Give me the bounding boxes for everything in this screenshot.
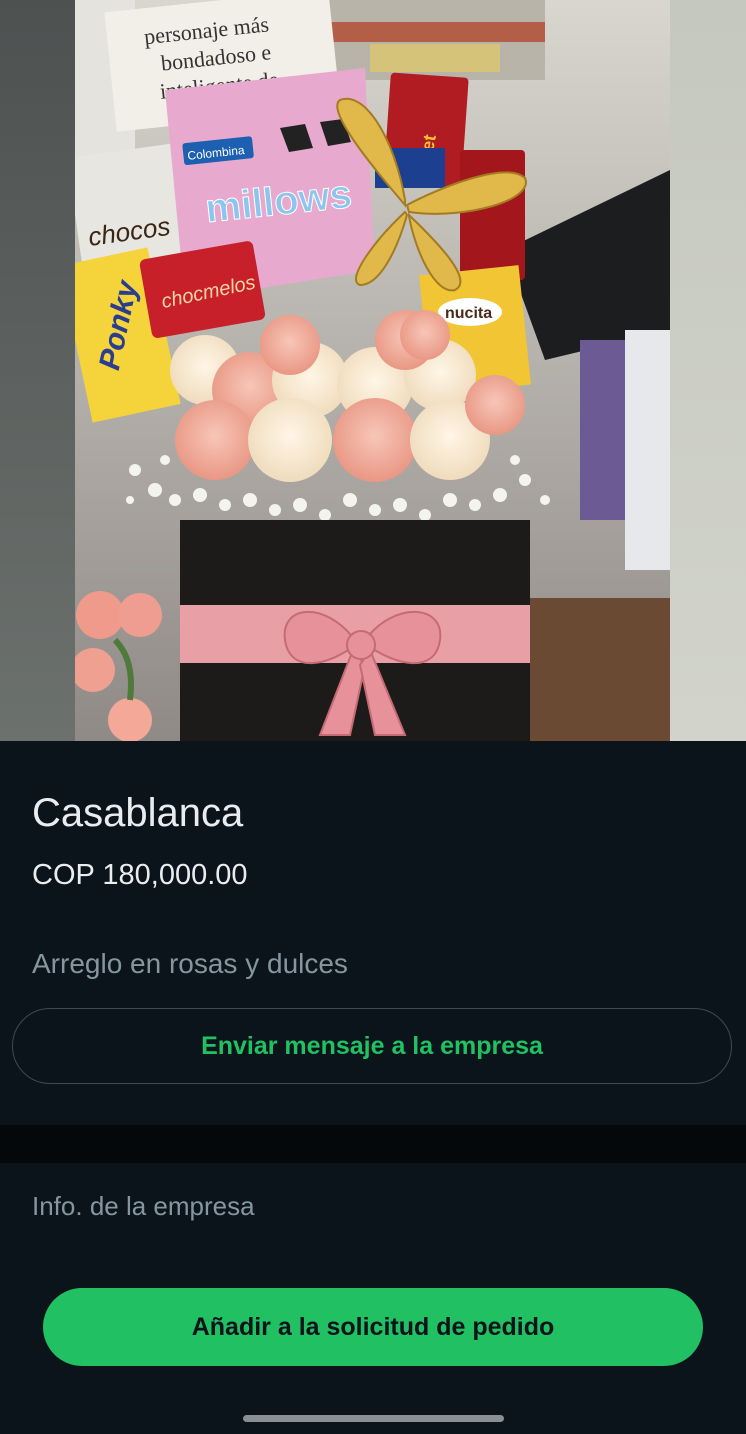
- product-description: Arreglo en rosas y dulces: [32, 948, 348, 979]
- product-photo: personaje más bondadoso e inteligente de…: [75, 0, 670, 741]
- message-business-button[interactable]: Enviar mensaje a la empresa: [12, 1008, 732, 1084]
- home-indicator[interactable]: [243, 1415, 504, 1422]
- product-price: COP 180,000.00: [32, 859, 248, 891]
- business-info-row[interactable]: Info. de la empresa: [0, 1163, 746, 1249]
- business-info-label: Info. de la empresa: [32, 1191, 255, 1221]
- svg-text:nucita: nucita: [445, 305, 492, 322]
- photo-blur-right: [670, 0, 746, 741]
- photo-blur-left: [0, 0, 75, 741]
- add-to-order-button[interactable]: Añadir a la solicitud de pedido: [43, 1288, 703, 1366]
- product-name: Casablanca: [32, 791, 244, 835]
- product-details: Casablanca COP 180,000.00 Arreglo en ros…: [0, 741, 746, 1125]
- bottom-action-bar: Añadir a la solicitud de pedido: [0, 1248, 746, 1434]
- product-image[interactable]: personaje más bondadoso e inteligente de…: [0, 0, 746, 741]
- section-divider: [0, 1125, 746, 1163]
